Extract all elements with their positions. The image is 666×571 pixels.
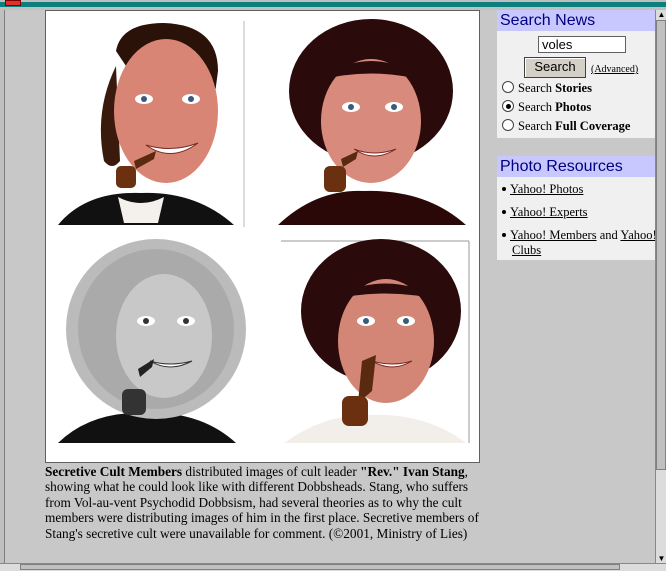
caption-name: "Rev." Ivan Stang [360,464,465,479]
search-news-panel: Search News Search (Advanced) Search Sto… [497,10,655,138]
yahoo-photos-link[interactable]: Yahoo! Photos [510,182,583,196]
yahoo-clubs-link-line2[interactable]: Clubs [512,243,541,257]
scroll-down-arrow-icon[interactable]: ▼ [657,554,666,563]
title-bar-stripe [0,2,666,7]
photo-resources-title: Photo Resources [497,156,655,177]
vertical-scroll-thumb[interactable] [656,20,666,470]
yahoo-members-link[interactable]: Yahoo! Members [510,228,597,242]
search-button[interactable]: Search [524,57,586,78]
bullet-icon [502,210,506,214]
close-window-icon[interactable] [5,0,21,6]
vertical-scrollbar[interactable]: ▲ ▼ [655,10,666,563]
radio-button-selected[interactable] [502,100,514,112]
resource-item: Yahoo! Experts [502,205,588,220]
resource-and: and [596,228,621,242]
caption-subject: Secretive Cult Members [45,464,183,479]
horizontal-scroll-thumb[interactable] [20,564,620,570]
cult-members-photo [45,10,480,463]
photo-caption: Secretive Cult Members distributed image… [45,464,485,541]
resource-item-continued: Clubs [512,243,541,258]
option-prefix: Search [518,81,556,95]
portrait-top-left [58,23,234,225]
photo-resources-panel: Photo Resources Yahoo! Photos Yahoo! Exp… [497,156,655,260]
option-prefix: Search [518,119,556,133]
search-news-title: Search News [497,10,655,31]
radio-button[interactable] [502,119,514,131]
yahoo-clubs-link[interactable]: Yahoo! [620,228,655,242]
caption-text-1: distributed images of cult leader [182,464,361,479]
window-title-bar [0,0,666,10]
advanced-search-link[interactable]: (Advanced) [591,64,638,75]
resource-item: Yahoo! Members and Yahoo! [502,228,655,243]
search-stories-option[interactable]: Search Stories [502,81,592,96]
dobbshead-illustration [58,19,470,443]
scroll-up-arrow-icon[interactable]: ▲ [657,10,666,19]
option-prefix: Search [518,100,556,114]
option-label: Full Coverage [555,119,631,133]
search-input[interactable] [538,36,626,53]
search-photos-option[interactable]: Search Photos [502,100,591,115]
option-label: Stories [555,81,592,95]
radio-button[interactable] [502,81,514,93]
resource-item: Yahoo! Photos [502,182,583,197]
portrait-bottom-right [284,239,466,443]
yahoo-experts-link[interactable]: Yahoo! Experts [510,205,588,219]
bullet-icon [502,187,506,191]
option-label: Photos [555,100,592,114]
search-full-coverage-option[interactable]: Search Full Coverage [502,119,630,134]
portrait-bottom-left [58,239,246,443]
bullet-icon [502,233,506,237]
portrait-top-right [278,19,466,225]
